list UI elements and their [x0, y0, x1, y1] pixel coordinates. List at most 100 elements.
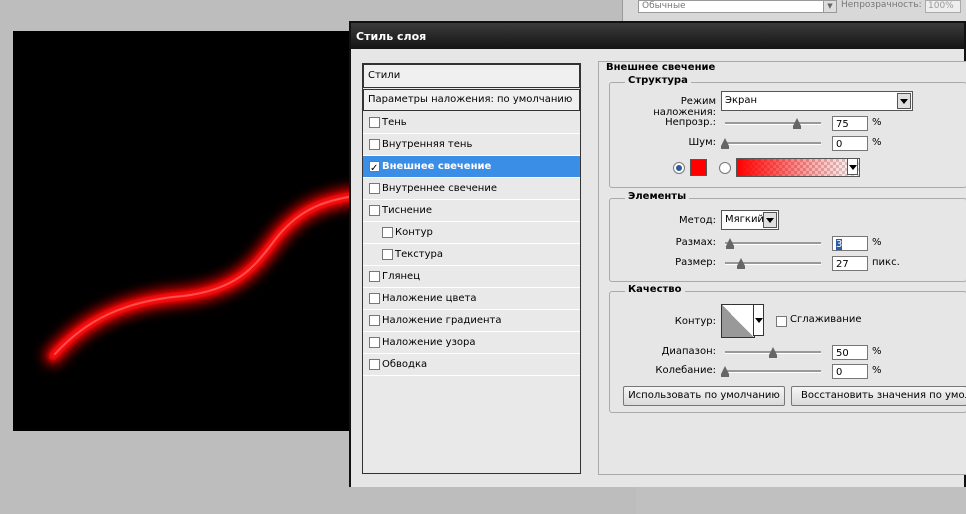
structure-title: Структура: [625, 75, 691, 86]
style-item-label: Внешнее свечение: [382, 161, 492, 172]
style-item-checkbox[interactable]: [369, 183, 380, 194]
solid-color-radio[interactable]: [673, 162, 685, 174]
style-item-checkbox[interactable]: [382, 227, 393, 238]
style-item-checkbox[interactable]: [369, 315, 380, 326]
blend-mode-select[interactable]: Экран: [721, 91, 913, 111]
style-item-label: Глянец: [382, 271, 421, 282]
range-slider-thumb[interactable]: [769, 347, 777, 358]
style-item-checkbox[interactable]: [369, 271, 380, 282]
size-unit: пикс.: [872, 257, 900, 268]
style-item-10[interactable]: Наложение узора: [363, 332, 580, 354]
opacity-label: Непрозр.:: [665, 117, 716, 128]
spread-unit: %: [872, 237, 882, 248]
size-slider-thumb[interactable]: [737, 258, 745, 269]
method-label: Метод:: [678, 215, 716, 226]
gradient-picker[interactable]: [736, 158, 860, 177]
antialias-checkbox[interactable]: [776, 316, 787, 327]
style-item-label: Обводка: [382, 359, 428, 370]
blending-options-item[interactable]: Параметры наложения: по умолчанию: [363, 89, 580, 111]
spread-slider-track[interactable]: [725, 242, 821, 245]
layer-opacity-field[interactable]: 100%: [925, 0, 961, 13]
glow-stroke-artwork: [44, 187, 362, 365]
style-item-label: Наложение узора: [382, 337, 476, 348]
outer-glow-title: Внешнее свечение: [606, 62, 716, 73]
styles-header[interactable]: Стили: [363, 64, 580, 88]
antialias-label: Сглаживание: [790, 314, 862, 325]
style-item-11[interactable]: Обводка: [363, 354, 580, 376]
method-value: Мягкий: [725, 214, 764, 225]
glow-color-swatch[interactable]: [690, 159, 707, 176]
reset-default-button[interactable]: Восстановить значения по умолчанию: [791, 386, 966, 406]
dialog-title: Стиль слоя: [356, 30, 427, 43]
style-item-checkbox[interactable]: [369, 205, 380, 216]
style-item-9[interactable]: Наложение градиента: [363, 310, 580, 332]
style-item-checkbox[interactable]: [369, 293, 380, 304]
noise-label: Шум:: [688, 137, 716, 148]
style-item-label: Внутренняя тень: [382, 139, 473, 150]
dialog-titlebar[interactable]: Стиль слоя: [351, 23, 964, 49]
style-item-4[interactable]: Тиснение: [363, 200, 580, 222]
size-field[interactable]: 27: [832, 256, 868, 271]
outer-glow-panel: Внешнее свечение Структура Режим наложен…: [598, 61, 966, 475]
jitter-slider-thumb[interactable]: [721, 366, 729, 377]
jitter-label: Колебание:: [655, 365, 716, 376]
layer-opacity-label: Непрозрачность:: [841, 0, 922, 10]
elements-title: Элементы: [625, 191, 690, 202]
style-item-label: Наложение цвета: [382, 293, 477, 304]
style-item-5[interactable]: Контур: [363, 222, 580, 244]
blend-mode-value: Экран: [725, 95, 758, 106]
style-item-1[interactable]: Внутренняя тень: [363, 134, 580, 156]
style-item-label: Наложение градиента: [382, 315, 502, 326]
style-item-6[interactable]: Текстура: [363, 244, 580, 266]
blend-mode-label: Режим наложения:: [653, 96, 716, 118]
layer-style-dialog: Стиль слоя Стили Параметры наложения: по…: [349, 21, 966, 487]
noise-slider-thumb[interactable]: [721, 138, 729, 149]
quality-title: Качество: [625, 284, 685, 295]
style-item-label: Внутреннее свечение: [382, 183, 497, 194]
chevron-down-icon[interactable]: [849, 165, 857, 170]
spread-slider-thumb[interactable]: [726, 238, 734, 249]
chevron-down-icon[interactable]: ▼: [823, 0, 837, 13]
chevron-down-icon[interactable]: [755, 318, 763, 323]
opacity-slider-thumb[interactable]: [793, 118, 801, 129]
chevron-down-icon[interactable]: [763, 212, 777, 228]
style-item-3[interactable]: Внутреннее свечение: [363, 178, 580, 200]
style-item-checkbox[interactable]: [369, 117, 380, 128]
spread-value: 3: [836, 239, 843, 250]
contour-label: Контур:: [674, 316, 716, 327]
spread-field[interactable]: 3: [832, 236, 868, 251]
style-item-0[interactable]: Тень: [363, 112, 580, 134]
gradient-radio[interactable]: [719, 162, 731, 174]
size-label: Размер:: [675, 257, 716, 268]
jitter-field[interactable]: 0: [832, 364, 868, 379]
gradient-dropdown[interactable]: [847, 158, 858, 175]
style-item-2[interactable]: Внешнее свечение: [363, 156, 580, 179]
style-item-checkbox[interactable]: [369, 359, 380, 370]
style-item-label: Текстура: [395, 249, 444, 260]
style-item-checkbox[interactable]: [369, 158, 380, 179]
style-item-checkbox[interactable]: [369, 139, 380, 150]
method-select[interactable]: Мягкий: [721, 210, 779, 230]
noise-slider-track[interactable]: [725, 142, 821, 145]
jitter-slider-track[interactable]: [725, 370, 821, 373]
make-default-button[interactable]: Использовать по умолчанию: [623, 386, 785, 406]
contour-preview[interactable]: [721, 304, 755, 338]
style-item-label: Тень: [382, 117, 407, 128]
opacity-slider-track[interactable]: [725, 122, 821, 125]
document-canvas[interactable]: [13, 31, 373, 431]
style-item-label: Контур: [395, 227, 433, 238]
contour-dropdown[interactable]: [753, 304, 764, 336]
opacity-unit: %: [872, 117, 882, 128]
style-item-checkbox[interactable]: [382, 249, 393, 260]
opacity-field[interactable]: 75: [832, 116, 868, 131]
noise-unit: %: [872, 137, 882, 148]
dialog-body: Стили Параметры наложения: по умолчанию …: [351, 49, 966, 487]
style-item-checkbox[interactable]: [369, 337, 380, 348]
range-field[interactable]: 50: [832, 345, 868, 360]
noise-field[interactable]: 0: [832, 136, 868, 151]
layer-blend-mode-select[interactable]: Обычные: [638, 0, 828, 13]
style-item-7[interactable]: Глянец: [363, 266, 580, 288]
styles-list: Стили Параметры наложения: по умолчанию …: [362, 63, 581, 474]
style-item-8[interactable]: Наложение цвета: [363, 288, 580, 310]
chevron-down-icon[interactable]: [897, 93, 911, 109]
